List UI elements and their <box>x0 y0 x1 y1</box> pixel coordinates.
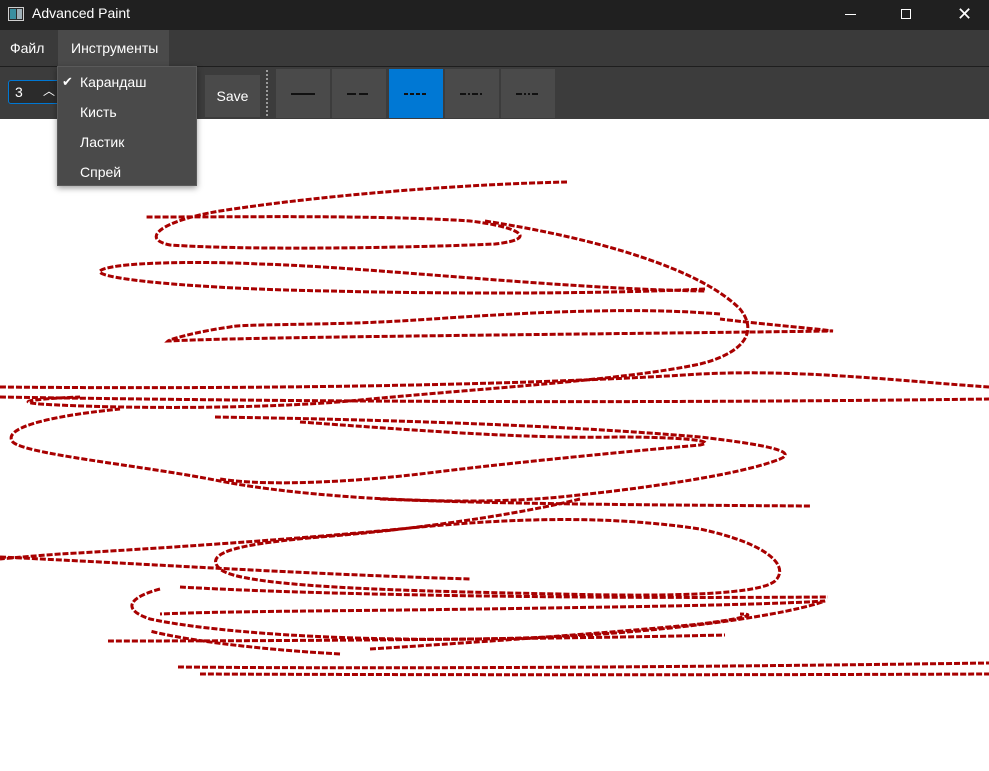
solid-line-icon <box>291 93 315 95</box>
close-icon: ✕ <box>957 4 973 24</box>
line-style-dash-button[interactable] <box>332 69 386 118</box>
menu-item-label: Спрей <box>80 164 122 180</box>
stroke-path <box>0 395 989 404</box>
minimize-icon <box>845 14 856 15</box>
stroke-path <box>164 309 834 343</box>
brush-size-value: 3 <box>15 84 23 100</box>
drawing-strokes <box>0 180 989 677</box>
stroke-path <box>379 497 811 508</box>
stroke-path <box>0 497 782 597</box>
checkmark-icon: ✔ <box>62 74 73 89</box>
menu-file[interactable]: Файл <box>0 30 54 66</box>
stroke-path <box>144 180 568 250</box>
line-style-dash-dot-dot-button[interactable] <box>501 69 555 118</box>
menu-item-eraser[interactable]: Ластик <box>58 127 196 157</box>
stroke-path <box>0 371 989 390</box>
app-icon <box>8 7 24 21</box>
stroke-path <box>9 407 787 503</box>
save-button[interactable]: Save <box>205 75 260 117</box>
brush-size-stepper[interactable]: 3 ︿ <box>8 80 60 104</box>
line-style-solid-button[interactable] <box>276 69 330 118</box>
menu-item-label: Карандаш <box>80 74 147 90</box>
stroke-path <box>98 260 706 295</box>
stroke-path <box>369 612 750 651</box>
chevron-up-icon[interactable]: ︿ <box>43 82 55 99</box>
toolbar-separator <box>266 70 268 116</box>
dense-dash-line-icon <box>404 93 428 95</box>
menu-item-spray[interactable]: Спрей <box>58 157 196 187</box>
menu-item-label: Ластик <box>80 134 125 150</box>
stroke-path <box>149 629 341 656</box>
window-title: Advanced Paint <box>32 5 131 21</box>
drawing-canvas[interactable] <box>0 119 989 771</box>
tools-dropdown-menu: ✔ Карандаш Кисть Ластик Спрей <box>57 66 197 186</box>
dash-dot-line-icon <box>460 93 484 95</box>
menu-bar: Файл Инструменты <box>0 30 989 67</box>
stroke-path <box>177 661 989 670</box>
menu-item-label: Кисть <box>80 104 117 120</box>
menu-item-pencil[interactable]: ✔ Карандаш <box>58 67 196 97</box>
stroke-path <box>0 555 471 581</box>
dash-line-icon <box>347 93 371 95</box>
title-bar: Advanced Paint ✕ <box>0 0 989 30</box>
stroke-path <box>199 672 989 677</box>
dash-dot-dot-line-icon <box>516 93 540 95</box>
maximize-button[interactable] <box>883 0 929 30</box>
minimize-button[interactable] <box>828 0 874 30</box>
stroke-path <box>26 219 750 409</box>
maximize-icon <box>901 9 911 19</box>
close-button[interactable]: ✕ <box>941 0 987 30</box>
menu-item-brush[interactable]: Кисть <box>58 97 196 127</box>
line-style-dense-dash-button[interactable] <box>389 69 443 118</box>
line-style-dash-dot-button[interactable] <box>445 69 499 118</box>
menu-tools[interactable]: Инструменты <box>58 30 169 66</box>
